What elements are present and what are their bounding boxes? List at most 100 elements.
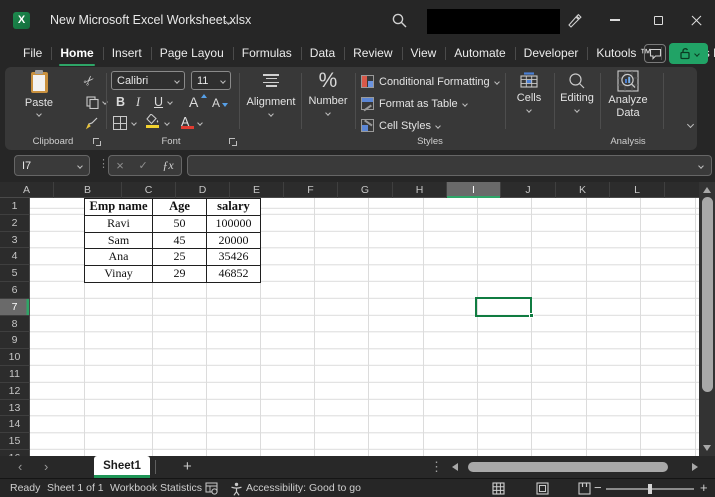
cells-button[interactable]: Cells	[508, 72, 550, 112]
share-button[interactable]	[669, 43, 708, 64]
table-cell[interactable]: 46852	[207, 266, 261, 283]
table-cell[interactable]: Vinay	[85, 266, 153, 283]
column-header-j[interactable]: J	[501, 182, 556, 198]
tab-file[interactable]: File	[14, 40, 51, 67]
column-header-k[interactable]: K	[556, 182, 610, 198]
table-cell[interactable]: 35426	[207, 249, 261, 266]
tab-page-layout[interactable]: Page Layou	[151, 40, 233, 67]
sheet-tab-sheet1[interactable]: Sheet1	[94, 456, 150, 478]
row-header-7-selected[interactable]: 7	[0, 299, 30, 316]
add-sheet-icon[interactable]: +	[183, 456, 192, 478]
minimize-button[interactable]	[596, 0, 634, 40]
paste-button[interactable]: Paste	[17, 72, 61, 116]
macro-record-icon[interactable]	[205, 482, 218, 495]
insert-function-icon[interactable]: ƒx	[162, 158, 173, 173]
format-painter-icon[interactable]	[85, 116, 99, 130]
status-workbook-statistics[interactable]: Workbook Statistics	[110, 479, 202, 497]
bold-button[interactable]: B	[116, 95, 125, 109]
shrink-font-button[interactable]: A	[212, 96, 220, 110]
page-layout-view-icon[interactable]	[536, 482, 549, 495]
number-button[interactable]: % Number	[305, 69, 351, 115]
underline-button[interactable]: U	[154, 95, 163, 109]
fill-handle[interactable]	[529, 313, 534, 318]
zoom-slider-thumb[interactable]	[648, 484, 652, 494]
comments-button[interactable]	[644, 44, 666, 63]
tab-automate[interactable]: Automate	[445, 40, 514, 67]
row-header-9[interactable]: 9	[0, 332, 30, 349]
table-cell[interactable]: 20000	[207, 233, 261, 250]
font-dialog-launcher-icon[interactable]	[229, 138, 237, 146]
tab-developer[interactable]: Developer	[515, 40, 588, 67]
format-as-table-button[interactable]: Format as Table	[361, 97, 467, 110]
search-icon[interactable]	[391, 12, 408, 29]
status-sheet-count[interactable]: Sheet 1 of 1	[47, 479, 104, 497]
table-cell[interactable]: 50	[153, 216, 207, 233]
hscroll-left-arrow-icon[interactable]	[452, 463, 458, 471]
italic-button[interactable]: I	[136, 95, 140, 110]
column-header-i-selected[interactable]: I	[447, 182, 501, 198]
borders-chevron-icon[interactable]	[131, 120, 137, 126]
table-cell[interactable]: 100000	[207, 216, 261, 233]
grow-font-button[interactable]: A	[189, 94, 198, 110]
page-break-view-icon[interactable]	[578, 482, 591, 495]
alignment-button[interactable]: Alignment	[243, 74, 299, 116]
underline-chevron-icon[interactable]	[167, 99, 173, 105]
tab-home[interactable]: Home	[51, 40, 102, 67]
row-header-13[interactable]: 13	[0, 400, 30, 417]
sheet-options-dots-icon[interactable]: ⋮	[430, 456, 443, 478]
tab-data[interactable]: Data	[301, 40, 344, 67]
enter-formula-icon[interactable]: ✓	[139, 159, 148, 172]
column-header-c[interactable]: C	[122, 182, 176, 198]
row-header-12[interactable]: 12	[0, 383, 30, 400]
column-header-d[interactable]: D	[176, 182, 230, 198]
column-header-a[interactable]: A	[0, 182, 54, 198]
row-header-15[interactable]: 15	[0, 433, 30, 450]
conditional-formatting-button[interactable]: Conditional Formatting	[361, 75, 499, 88]
column-header-g[interactable]: G	[338, 182, 393, 198]
selected-cell-i7[interactable]	[475, 297, 532, 317]
tab-insert[interactable]: Insert	[103, 40, 151, 67]
scroll-down-arrow-icon[interactable]	[703, 445, 711, 451]
font-name-combo[interactable]: Calibri	[111, 71, 185, 90]
table-cell[interactable]: Sam	[85, 233, 153, 250]
horizontal-scrollbar-thumb[interactable]	[468, 462, 668, 472]
ink-pen-icon[interactable]	[566, 12, 582, 28]
tab-formulas[interactable]: Formulas	[233, 40, 301, 67]
hscroll-right-arrow-icon[interactable]	[692, 463, 698, 471]
analyze-data-button[interactable]: Analyze Data	[601, 70, 655, 119]
table-cell[interactable]: 25	[153, 249, 207, 266]
column-header-h[interactable]: H	[393, 182, 447, 198]
row-header-5[interactable]: 5	[0, 265, 30, 282]
tab-view[interactable]: View	[402, 40, 446, 67]
maximize-button[interactable]	[639, 0, 677, 40]
row-header-8[interactable]: 8	[0, 316, 30, 333]
zoom-out-icon[interactable]: −	[594, 479, 602, 497]
status-accessibility[interactable]: Accessibility: Good to go	[246, 479, 361, 497]
vertical-scrollbar-thumb[interactable]	[702, 197, 713, 392]
table-cell[interactable]: 29	[153, 266, 207, 283]
close-button[interactable]	[677, 0, 715, 40]
formula-input[interactable]	[187, 155, 712, 176]
prev-sheet-icon[interactable]: ‹	[18, 456, 22, 478]
row-header-1[interactable]: 1	[0, 198, 30, 215]
clipboard-dialog-launcher-icon[interactable]	[93, 138, 101, 146]
cut-icon[interactable]: ✂	[80, 71, 99, 90]
column-header-f[interactable]: F	[284, 182, 338, 198]
scroll-up-arrow-icon[interactable]	[703, 187, 711, 193]
column-header-e[interactable]: E	[230, 182, 284, 198]
table-cell[interactable]: Ravi	[85, 216, 153, 233]
next-sheet-icon[interactable]: ›	[44, 456, 48, 478]
zoom-in-icon[interactable]: +	[700, 479, 708, 497]
column-header-b[interactable]: B	[54, 182, 122, 198]
row-header-6[interactable]: 6	[0, 282, 30, 299]
copy-icon[interactable]	[86, 96, 99, 109]
font-color-button[interactable]: A	[181, 113, 189, 131]
normal-view-icon[interactable]	[492, 482, 505, 495]
name-box[interactable]: I7	[14, 155, 90, 176]
table-cell[interactable]: 45	[153, 233, 207, 250]
row-header-2[interactable]: 2	[0, 215, 30, 232]
tab-review[interactable]: Review	[344, 40, 401, 67]
row-header-11[interactable]: 11	[0, 366, 30, 383]
column-header-l[interactable]: L	[610, 182, 665, 198]
row-header-4[interactable]: 4	[0, 248, 30, 265]
